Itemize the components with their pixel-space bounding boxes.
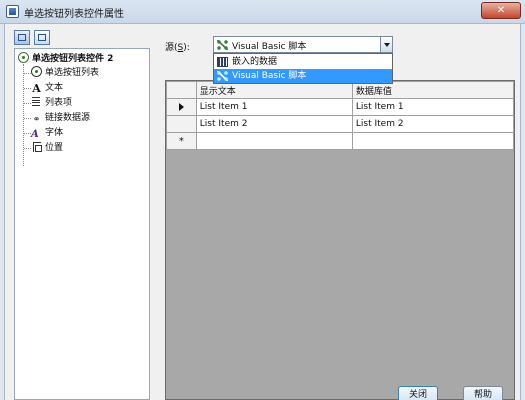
tree-root-label: 单选按钮列表控件 2 (32, 54, 114, 64)
source-dropdown-list[interactable]: 嵌入的数据 Visual Basic 脚本 (213, 53, 393, 84)
tree-item-data-source[interactable]: ⚭ 链接数据源 (31, 111, 90, 125)
database-icon (217, 57, 228, 67)
property-tree[interactable]: 单选按钮列表控件 2 单选按钮列表 A 文本 列表项 ⚭ 链接数据源 A 字体 位置 (14, 48, 150, 400)
tree-connector (24, 88, 31, 89)
tree-connector (23, 64, 24, 166)
table-header-row: 显示文本 数据库值 (166, 81, 515, 99)
tree-root-node[interactable]: 单选按钮列表控件 2 (18, 52, 113, 66)
column-header-db-value[interactable]: 数据库值 (351, 81, 515, 99)
dialog-client-area: 单选按钮列表控件 2 单选按钮列表 A 文本 列表项 ⚭ 链接数据源 A 字体 位置 … (4, 24, 521, 400)
source-selected-value: Visual Basic 脚本 (232, 42, 307, 52)
source-option-embedded-data[interactable]: 嵌入的数据 (214, 55, 392, 69)
chevron-down-icon[interactable] (380, 37, 392, 52)
source-select[interactable]: Visual Basic 脚本 (213, 36, 393, 53)
collapse-view-button[interactable] (33, 30, 50, 45)
source-option-vb-script[interactable]: Visual Basic 脚本 (214, 69, 392, 83)
expand-view-icon (18, 34, 26, 41)
window-title: 单选按钮列表控件属性 (24, 9, 124, 20)
collapse-view-icon (37, 34, 46, 41)
new-row-db-value-cell[interactable] (351, 132, 515, 150)
title-bar: 单选按钮列表控件属性 ✕ (0, 0, 525, 24)
table-row[interactable]: List Item 2 List Item 2 (166, 115, 515, 133)
tree-item-list-items[interactable]: 列表项 (31, 96, 72, 110)
column-header-display-text[interactable]: 显示文本 (195, 81, 353, 99)
cell-display-text[interactable]: List Item 2 (195, 115, 353, 133)
source-option-label: 嵌入的数据 (232, 57, 278, 67)
tree-item-label: 字体 (45, 128, 64, 138)
tree-toolbar (14, 30, 51, 46)
vb-script-icon (217, 71, 228, 81)
table-row[interactable]: List Item 1 List Item 1 (166, 98, 515, 116)
link-icon: ⚭ (32, 115, 41, 125)
new-row-marker: * (166, 132, 197, 150)
source-label: 源(S): (165, 43, 190, 53)
tree-connector (24, 133, 31, 134)
text-icon: A (32, 82, 41, 95)
tree-connector (24, 118, 31, 119)
list-items-grid[interactable]: 显示文本 数据库值 List Item 1 List Item 1 List I… (165, 80, 515, 400)
radio-button-icon (31, 66, 42, 77)
tree-connector (24, 73, 31, 74)
radio-list-control-icon (18, 52, 29, 63)
properties-panel: 源(S): Visual Basic 脚本 嵌入的数据 Visual Basic… (153, 30, 515, 400)
cell-db-value[interactable]: List Item 2 (351, 115, 515, 133)
new-row-display-text-cell[interactable] (195, 132, 353, 150)
cell-db-value[interactable]: List Item 1 (351, 98, 515, 116)
current-row-arrow-icon (178, 102, 184, 111)
font-icon: A (31, 129, 39, 140)
table-corner-cell[interactable] (166, 81, 197, 99)
tree-item-label: 链接数据源 (45, 113, 91, 123)
tree-item-label: 文本 (45, 83, 64, 93)
tree-item-label: 位置 (45, 143, 64, 153)
list-items-table: 显示文本 数据库值 List Item 1 List Item 1 List I… (166, 81, 515, 150)
close-button[interactable]: 关闭 (398, 386, 438, 400)
tree-connector (24, 148, 31, 149)
row-header[interactable] (166, 115, 197, 133)
window-close-button[interactable]: ✕ (481, 2, 521, 19)
tree-item-font[interactable]: A 字体 (31, 126, 63, 140)
list-icon (31, 96, 42, 107)
help-button[interactable]: 帮助 (463, 386, 503, 400)
tree-item-position[interactable]: 位置 (31, 141, 63, 155)
tree-item-radio-list[interactable]: 单选按钮列表 (31, 66, 99, 80)
tree-connector (24, 103, 31, 104)
cell-display-text[interactable]: List Item 1 (195, 98, 353, 116)
new-row[interactable]: * (166, 132, 515, 150)
row-header-current[interactable] (166, 98, 197, 116)
tree-item-text[interactable]: A 文本 (31, 81, 63, 95)
tree-item-label: 列表项 (45, 98, 73, 108)
vb-script-icon (217, 40, 228, 50)
tree-item-label: 单选按钮列表 (45, 68, 100, 78)
source-option-label: Visual Basic 脚本 (232, 71, 307, 81)
position-icon (31, 141, 42, 152)
expand-view-button[interactable] (14, 30, 30, 45)
app-icon (6, 5, 19, 18)
